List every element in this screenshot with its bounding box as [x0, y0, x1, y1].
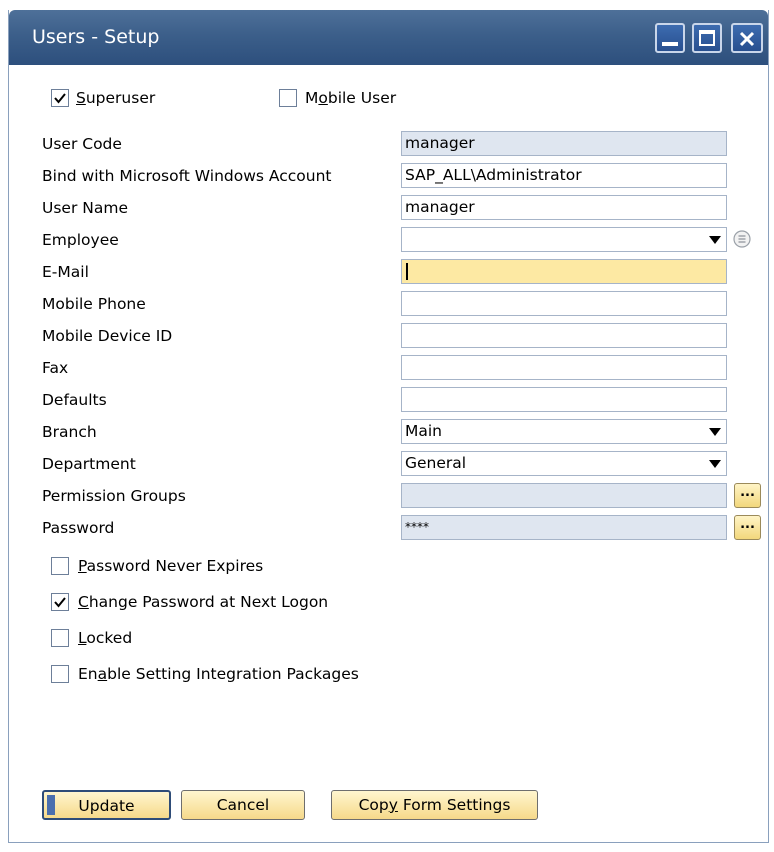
mobile-device-id-label: Mobile Device ID	[42, 327, 173, 345]
employee-select[interactable]	[401, 227, 727, 252]
superuser-label[interactable]: Superuser	[76, 88, 155, 108]
maximize-icon	[699, 30, 715, 46]
check-icon	[54, 597, 66, 608]
employee-label: Employee	[42, 231, 119, 249]
cancel-button[interactable]: Cancel	[181, 790, 305, 820]
branch-label: Branch	[42, 423, 97, 441]
permission-groups-label: Permission Groups	[42, 487, 186, 505]
check-icon	[54, 93, 66, 104]
minimize-button[interactable]	[655, 23, 685, 53]
mobile-device-id-field[interactable]	[401, 323, 727, 348]
chevron-down-icon	[709, 460, 721, 468]
integration-packages-checkbox[interactable]	[51, 665, 69, 683]
user-name-label: User Name	[42, 199, 128, 217]
user-name-field[interactable]: manager	[401, 195, 727, 220]
password-label: Password	[42, 519, 115, 537]
password-never-expires-label[interactable]: Password Never Expires	[78, 556, 263, 576]
password-field[interactable]: ****	[401, 515, 727, 540]
email-label: E-Mail	[42, 263, 89, 281]
fax-field[interactable]	[401, 355, 727, 380]
mobile-phone-label: Mobile Phone	[42, 295, 146, 313]
branch-value: Main	[405, 422, 443, 440]
minimize-icon	[662, 42, 678, 46]
change-password-label[interactable]: Change Password at Next Logon	[78, 592, 328, 612]
fax-label: Fax	[42, 359, 69, 377]
branch-select[interactable]: Main	[401, 419, 727, 444]
chevron-down-icon	[709, 428, 721, 436]
maximize-button[interactable]	[692, 23, 722, 53]
locked-checkbox[interactable]	[51, 629, 69, 647]
close-icon	[739, 31, 755, 47]
mobile-user-label[interactable]: Mobile User	[305, 88, 396, 108]
user-code-label: User Code	[42, 135, 122, 153]
password-never-expires-checkbox[interactable]	[51, 557, 69, 575]
user-code-field[interactable]: manager	[401, 131, 727, 156]
change-password-checkbox[interactable]	[51, 593, 69, 611]
password-browse-button[interactable]: ...	[734, 515, 761, 540]
title-bar[interactable]: Users - Setup	[9, 10, 768, 65]
copy-form-settings-label: Copy Form Settings	[358, 796, 511, 814]
list-icon[interactable]	[732, 229, 752, 249]
defaults-label: Defaults	[42, 391, 107, 409]
window-title: Users - Setup	[32, 26, 160, 48]
cancel-button-label: Cancel	[216, 796, 270, 814]
update-button-label: Update	[78, 797, 135, 815]
department-label: Department	[42, 455, 136, 473]
close-button[interactable]	[731, 23, 763, 53]
default-button-marker	[47, 795, 55, 815]
update-button[interactable]: Update	[42, 790, 171, 820]
defaults-field[interactable]	[401, 387, 727, 412]
bind-windows-label: Bind with Microsoft Windows Account	[42, 167, 332, 185]
permission-groups-field[interactable]	[401, 483, 727, 508]
email-field[interactable]	[401, 259, 727, 284]
text-cursor	[406, 263, 408, 280]
chevron-down-icon	[709, 236, 721, 244]
department-value: General	[405, 454, 467, 472]
users-setup-window: Users - Setup Superuser Mobile User User…	[8, 10, 769, 843]
integration-packages-label[interactable]: Enable Setting Integration Packages	[78, 664, 359, 684]
locked-label[interactable]: Locked	[78, 628, 132, 648]
copy-form-settings-button[interactable]: Copy Form Settings	[331, 790, 538, 820]
permission-groups-browse-button[interactable]: ...	[734, 483, 761, 508]
mobile-user-checkbox[interactable]	[279, 89, 297, 107]
department-select[interactable]: General	[401, 451, 727, 476]
mobile-phone-field[interactable]	[401, 291, 727, 316]
bind-windows-field[interactable]: SAP_ALL\Administrator	[401, 163, 727, 188]
superuser-checkbox[interactable]	[51, 89, 69, 107]
